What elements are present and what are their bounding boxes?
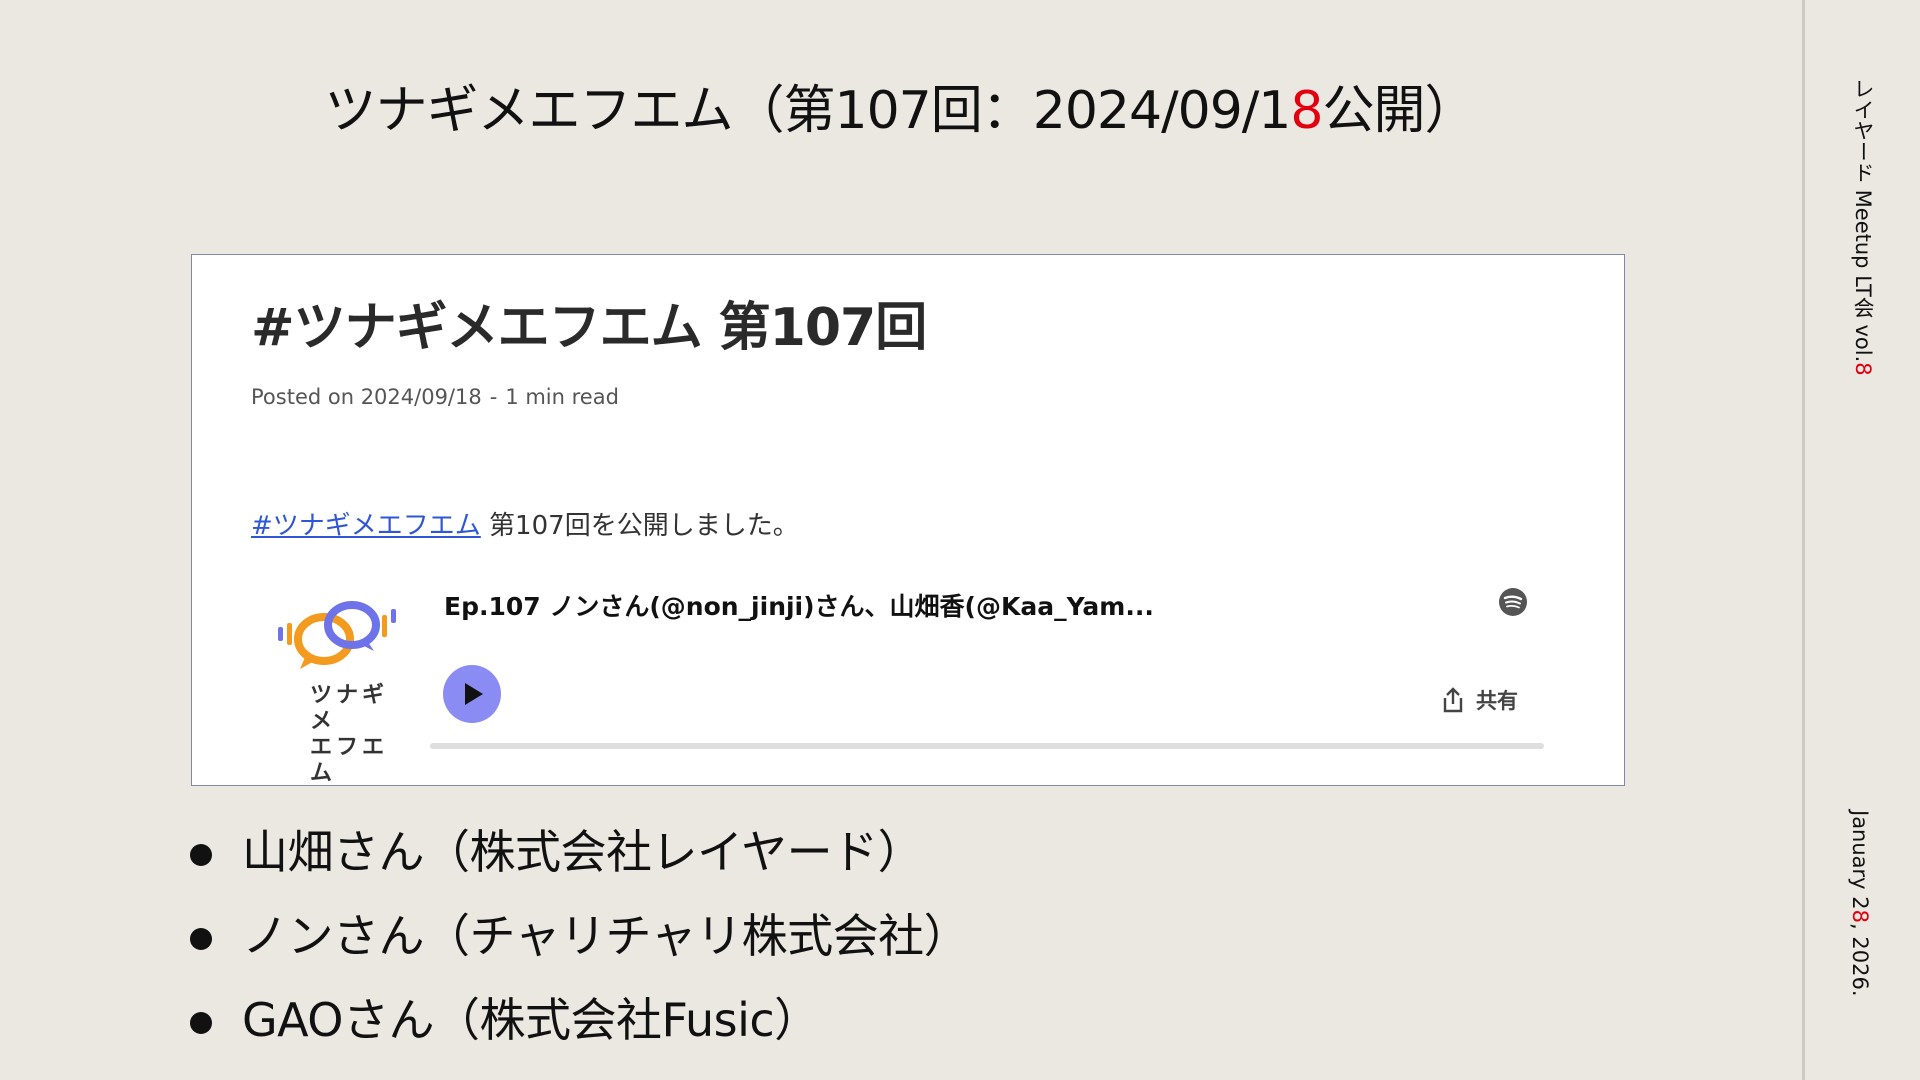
guest-list-item: ノンさん（チャリチャリ株式会社）: [190, 894, 970, 978]
podcast-player: ツナギメ エフエム Ep.107 ノンさん(@non_jinji)さん、山畑香(…: [252, 575, 1572, 786]
post-body: #ツナギメエフエム 第107回を公開しました。: [251, 505, 799, 542]
bullet-dot: [190, 928, 212, 950]
slide-date-text: January 2: [1848, 810, 1872, 910]
slide-date-accent: 8: [1848, 909, 1872, 924]
guest-list-item: 山畑さん（株式会社レイヤード）: [190, 810, 969, 894]
guest-name: ノンさん（チャリチャリ株式会社）: [242, 909, 970, 963]
bullet-dot: [190, 1012, 212, 1034]
bullet-dot: [190, 844, 212, 866]
guest-name: GAOさん（株式会社Fusic）: [242, 993, 820, 1047]
spotify-icon[interactable]: [1498, 587, 1528, 617]
post-body-text: 第107回を公開しました。: [480, 511, 799, 541]
logo-line-2: エフエム: [310, 735, 389, 786]
guest-name: 山畑さん（株式会社レイヤード）: [242, 825, 924, 879]
slide-date-suffix: , 2026.: [1848, 923, 1872, 997]
share-label: 共有: [1476, 689, 1518, 713]
podcast-logo-text: ツナギメ エフエム: [310, 683, 402, 787]
slide-title-accent: 8: [1290, 81, 1323, 141]
slide-title-text: ツナギメエフエム（第107回：2024/09/1: [324, 81, 1292, 141]
slide-date: January 28, 2026.: [1848, 810, 1872, 997]
play-icon: [465, 683, 483, 705]
sidebar-divider: [1802, 0, 1805, 1080]
guest-list-item: GAOさん（株式会社Fusic）: [190, 978, 969, 1062]
event-name-text: レイヤード Meetup LT会 vol.: [1851, 78, 1875, 363]
chat-bubbles-icon: [278, 601, 396, 669]
share-button[interactable]: 共有: [1440, 685, 1518, 715]
blog-post-screenshot: #ツナギメエフエム 第107回 Posted on 2024/09/18-1 m…: [191, 254, 1625, 786]
post-read-time: 1 min read: [505, 385, 619, 409]
logo-line-1: ツナギメ: [310, 683, 389, 734]
event-name: レイヤード Meetup LT会 vol.8: [1848, 78, 1878, 376]
hashtag-link[interactable]: #ツナギメエフエム: [251, 511, 481, 541]
progress-bar[interactable]: [430, 743, 1544, 749]
event-name-accent: 8: [1851, 362, 1875, 376]
post-title: #ツナギメエフエム 第107回: [251, 298, 927, 358]
share-icon: [1443, 687, 1463, 713]
podcast-logo: ツナギメ エフエム: [272, 585, 402, 786]
post-meta: Posted on 2024/09/18-1 min read: [251, 385, 619, 409]
slide-title-suffix: 公開）: [1322, 81, 1476, 141]
post-meta-separator: -: [489, 385, 498, 409]
slide-title: ツナギメエフエム（第107回：2024/09/18公開）: [0, 76, 1800, 146]
play-button[interactable]: [443, 665, 501, 723]
guest-list: 山畑さん（株式会社レイヤード） ノンさん（チャリチャリ株式会社） GAOさん（株…: [190, 810, 970, 1062]
post-date: Posted on 2024/09/18: [251, 385, 482, 409]
episode-title[interactable]: Ep.107 ノンさん(@non_jinji)さん、山畑香(@Kaa_Yam..…: [444, 587, 1154, 623]
